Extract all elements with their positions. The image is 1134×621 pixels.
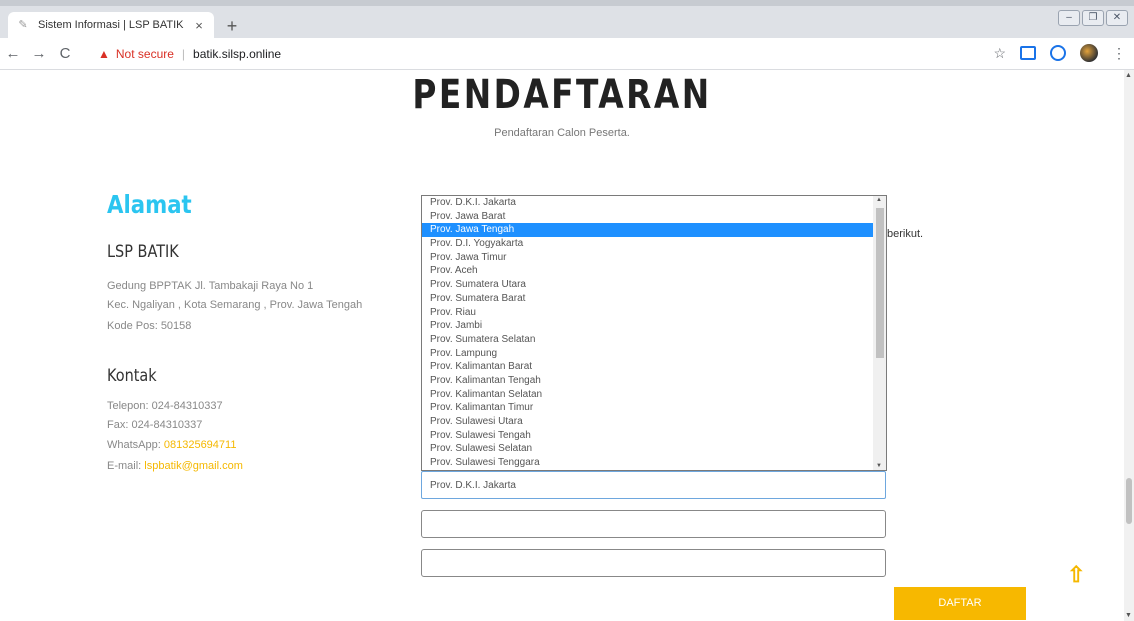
dropdown-option[interactable]: Prov. D.I. Yogyakarta (422, 237, 874, 251)
dropdown-scrollbar[interactable]: ▲ ▼ (873, 196, 886, 470)
close-window-button[interactable]: ✕ (1106, 10, 1128, 26)
kontak-heading: Kontak (107, 366, 157, 386)
province-dropdown-list[interactable]: Prov. D.K.I. Jakarta Prov. Jawa Barat Prov… (421, 195, 887, 471)
bookmark-star-icon[interactable]: ☆ (993, 45, 1006, 62)
browser-tab[interactable]: ✎ Sistem Informasi | LSP BATIK × (8, 12, 214, 38)
page-title: PENDAFTARAN (412, 72, 712, 118)
reload-icon[interactable]: C (52, 45, 78, 62)
security-status[interactable]: Not secure (116, 47, 174, 61)
dropdown-option[interactable]: Prov. Kalimantan Timur (422, 401, 874, 415)
browser-toolbar: ← → C ▲ Not secure | batik.silsp.online … (0, 38, 1134, 70)
postal-code: Kode Pos: 50158 (107, 320, 192, 332)
close-tab-icon[interactable]: × (192, 18, 206, 33)
form-intro-text: berikut. (887, 228, 924, 240)
dropdown-option[interactable]: Prov. Jawa Tengah (422, 223, 874, 238)
alamat-heading: Alamat (107, 190, 192, 219)
browser-window: ✎ Sistem Informasi | LSP BATIK × + – ❐ ✕… (0, 0, 1134, 621)
url-text[interactable]: batik.silsp.online (193, 47, 281, 61)
scroll-down-icon[interactable]: ▼ (1125, 612, 1132, 619)
dropdown-options: Prov. D.K.I. Jakarta Prov. Jawa Barat Prov… (422, 196, 874, 470)
whatsapp-link[interactable]: 081325694711 (164, 439, 237, 451)
phone-text: Telepon: 024-84310337 (107, 400, 223, 412)
warning-icon: ▲ (98, 47, 110, 61)
scroll-down-icon[interactable]: ▼ (876, 463, 882, 469)
daftar-button[interactable]: DAFTAR (894, 587, 1026, 620)
page-content: PENDAFTARAN Pendaftaran Calon Peserta. A… (0, 70, 1124, 621)
scroll-to-top-icon[interactable]: ⇧ (1067, 562, 1085, 588)
url-separator: | (181, 47, 186, 61)
toolbar-actions: ☆ ⋮ (993, 44, 1126, 62)
email-label: E-mail: (107, 460, 145, 472)
dropdown-option[interactable]: Prov. Sulawesi Utara (422, 415, 874, 429)
text-input[interactable] (421, 549, 886, 577)
whatsapp-row: WhatsApp: 081325694711 (107, 439, 236, 451)
extension-icon[interactable] (1020, 46, 1036, 60)
site-favicon-icon: ✎ (18, 19, 28, 31)
page-scrollbar[interactable]: ▲ ▼ (1124, 70, 1134, 621)
minimize-button[interactable]: – (1058, 10, 1080, 26)
dropdown-option[interactable]: Prov. Kalimantan Tengah (422, 374, 874, 388)
dropdown-option[interactable]: Prov. Sumatera Selatan (422, 333, 874, 347)
dropdown-option[interactable]: Prov. Sumatera Barat (422, 292, 874, 306)
email-row: E-mail: lspbatik@gmail.com (107, 460, 243, 472)
page-subtitle: Pendaftaran Calon Peserta. (494, 127, 630, 139)
province-select[interactable]: Prov. D.K.I. Jakarta (421, 471, 886, 499)
whatsapp-label: WhatsApp: (107, 439, 164, 451)
dropdown-option[interactable]: Prov. D.K.I. Jakarta (422, 196, 874, 210)
text-input[interactable] (421, 510, 886, 538)
dropdown-option[interactable]: Prov. Aceh (422, 264, 874, 278)
back-icon[interactable]: ← (0, 45, 26, 62)
fax-text: Fax: 024-84310337 (107, 419, 203, 431)
dropdown-option[interactable]: Prov. Kalimantan Barat (422, 360, 874, 374)
menu-icon[interactable]: ⋮ (1112, 45, 1126, 62)
dropdown-option[interactable]: Prov. Kalimantan Selatan (422, 388, 874, 402)
dropdown-option[interactable]: Prov. Sumatera Utara (422, 278, 874, 292)
forward-icon[interactable]: → (26, 45, 52, 62)
page-scroll-thumb[interactable] (1126, 478, 1132, 524)
maximize-button[interactable]: ❐ (1082, 10, 1104, 26)
extension-icon[interactable] (1050, 45, 1066, 61)
window-controls: – ❐ ✕ (1058, 10, 1128, 26)
org-name: LSP BATIK (107, 242, 179, 262)
address-bar[interactable]: ▲ Not secure | batik.silsp.online (98, 42, 958, 66)
email-link[interactable]: lspbatik@gmail.com (144, 460, 243, 472)
dropdown-option[interactable]: Prov. Sulawesi Tengah (422, 429, 874, 443)
dropdown-option[interactable]: Prov. Jawa Timur (422, 251, 874, 265)
tab-bar: ✎ Sistem Informasi | LSP BATIK × + – ❐ ✕ (0, 0, 1134, 38)
new-tab-button[interactable]: + (222, 16, 242, 36)
address-line-2: Kec. Ngaliyan , Kota Semarang , Prov. Ja… (107, 299, 363, 311)
scroll-up-icon[interactable]: ▲ (1125, 72, 1132, 79)
address-line-1: Gedung BPPTAK Jl. Tambakaji Raya No 1 (107, 280, 314, 292)
dropdown-option[interactable]: Prov. Jambi (422, 319, 874, 333)
dropdown-scroll-thumb[interactable] (876, 208, 884, 358)
dropdown-option[interactable]: Prov. Lampung (422, 347, 874, 361)
dropdown-option[interactable]: Prov. Riau (422, 306, 874, 320)
profile-avatar[interactable] (1080, 44, 1098, 62)
scroll-up-icon[interactable]: ▲ (876, 197, 882, 203)
dropdown-option[interactable]: Prov. Sulawesi Selatan (422, 442, 874, 456)
tab-title: Sistem Informasi | LSP BATIK (38, 19, 184, 31)
dropdown-option[interactable]: Prov. Sulawesi Tenggara (422, 456, 874, 470)
dropdown-option[interactable]: Prov. Jawa Barat (422, 210, 874, 224)
